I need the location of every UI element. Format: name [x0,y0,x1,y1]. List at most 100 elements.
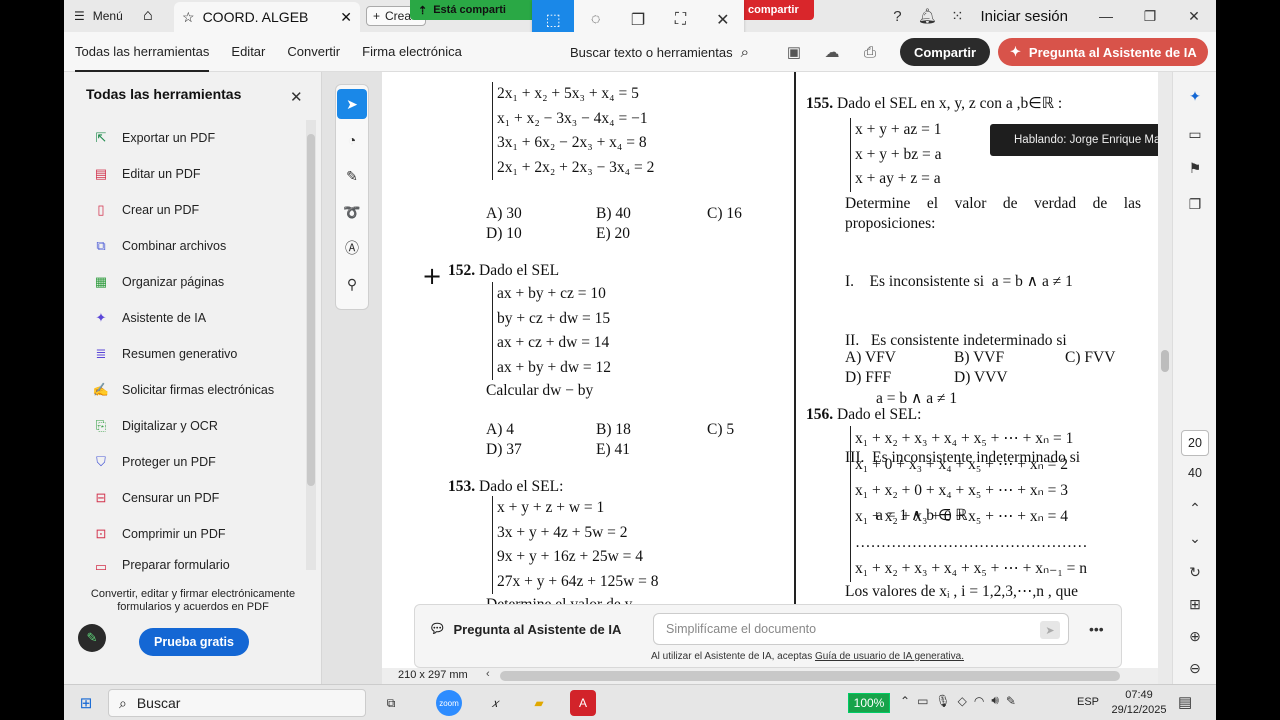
ai-assistant-button[interactable]: ✦ Pregunta al Asistente de IA [998,38,1208,66]
tool-ocr[interactable]: ⎘ Digitalizar y OCR [92,408,302,444]
upload-cloud-icon[interactable]: ☁ [818,38,846,66]
dropbox-icon[interactable]: ◇ [958,694,967,708]
tool-signatures[interactable]: ✍ Solicitar firmas electrónicas [92,372,302,408]
ai-chat-icon: 💬︎ [429,621,446,636]
tool-create-pdf[interactable]: ▯ Crear un PDF [92,192,302,228]
pdf-page[interactable]: 2x₁ + x₂ + 5x₃ + x₄ = 5 x₁ + x₂ − 3x₃ − … [382,72,1158,674]
zoom-out-icon[interactable]: ⊖ [1185,658,1205,678]
tool-compress[interactable]: ⊡ Comprimir un PDF [92,516,302,552]
pen-icon[interactable]: ✎ [1006,694,1016,708]
restore-icon[interactable]: ❐ [1128,0,1172,32]
stop-sharing-button[interactable]: compartir [738,0,814,20]
page-number-current[interactable]: 20 [1181,430,1209,456]
taskbar: ⊞ ⌕ Buscar ⧉ zoom 𝑥 ▰ A 100% ⌃ ▭ 🎙︎ ◇ ◠ … [64,684,1216,720]
star-icon[interactable]: ☆ [182,9,195,26]
language-indicator[interactable]: ESP [1077,696,1099,708]
ai-chat-panel-icon[interactable]: ✦ [1185,86,1205,106]
battery-indicator[interactable]: 100% [848,693,890,713]
rotate-icon[interactable]: ↻ [1185,562,1205,582]
tool-edit-pdf[interactable]: ▤ Editar un PDF [92,156,302,192]
pen-icon[interactable]: ✎ [78,624,106,652]
equation: ……………………………………… [855,534,1088,551]
equation: ax + by + cz = 10 [497,285,606,302]
file-explorer-icon[interactable]: ▰ [526,690,552,716]
comments-icon[interactable]: ▭ [1185,124,1205,144]
taskbar-search[interactable]: ⌕ Buscar [108,689,366,717]
vertical-scrollbar[interactable] [1158,72,1172,684]
tools-scroll-thumb[interactable] [307,134,315,486]
bell-icon[interactable]: 🔔︎ [912,0,942,32]
request-signatures-icon: ✍ [92,382,110,397]
home-icon[interactable]: ⌂ [133,0,163,32]
screen-share-banner[interactable]: ⇡ Está comparti [410,0,550,20]
menu-button[interactable]: ☰ Menú [64,0,133,32]
disclaimer-link[interactable]: Guía de usuario de IA generativa. [815,651,964,662]
battery-icon[interactable]: ▭ [917,694,928,708]
microphone-icon[interactable]: 🎙︎ [935,694,950,708]
math-app-icon[interactable]: 𝑥 [482,690,508,716]
stamp-icon[interactable]: ⚲ [337,269,367,299]
horizontal-scroll-thumb[interactable] [500,671,1120,681]
tools-scrollbar[interactable] [306,120,316,570]
print-icon[interactable]: ⎙ [856,38,884,66]
equation: x₁ + 0 + x₃ + x₄ + x₅ + ⋯ + xₙ = 2 [855,456,1068,473]
minimize-icon[interactable]: — [1084,0,1128,32]
chevron-up-icon[interactable]: ⌃ [1185,498,1205,518]
help-icon[interactable]: ? [882,0,912,32]
volume-icon[interactable]: 🔊︎ [991,693,999,708]
vertical-scroll-thumb[interactable] [1161,350,1169,372]
share-button[interactable]: Compartir [900,38,990,66]
acrobat-window: ☰ Menú ⌂ ☆ COORD. ALGEB ✕ + Crea ⇡ Está … [64,0,1216,720]
windows-start-icon[interactable]: ⊞ [76,693,96,713]
send-icon[interactable]: ➤ [1040,621,1060,639]
chevron-down-icon[interactable]: ⌄ [1185,528,1205,548]
question-title: Dado el SEL en x, y, z con a ,b∈ℝ : [837,95,1063,112]
close-tab-icon[interactable]: ✕ [340,9,352,26]
search-tools[interactable]: Buscar texto o herramientas ⌕ [570,32,749,72]
scroll-left-icon[interactable]: ‹ [486,668,490,680]
tool-prepare-form[interactable]: ▭ Preparar formulario [92,552,302,572]
tool-redact[interactable]: ⊟ Censurar un PDF [92,480,302,516]
menu-convert[interactable]: Convertir [276,32,351,72]
sign-in-button[interactable]: Iniciar sesión [972,8,1084,25]
ai-prompt-input[interactable]: Simplifícame el documento ➤ [653,613,1069,645]
task-view-icon[interactable]: ⧉ [378,690,404,716]
text-box-icon[interactable]: Ⓐ [337,233,367,263]
zoom-app-icon[interactable]: zoom [436,690,462,716]
apps-grid-icon[interactable]: ⁙ [942,0,972,32]
equation: 3x + y + 4z + 5w = 2 [497,523,628,541]
fit-page-icon[interactable]: ⊞ [1185,594,1205,614]
more-options-icon[interactable]: ••• [1089,621,1104,637]
question-title: Dado el SEL [479,262,560,279]
acrobat-app-icon[interactable]: A [570,690,596,716]
highlight-pen-icon[interactable]: ✎ [337,161,367,191]
menu-all-tools[interactable]: Todas las herramientas [64,32,220,72]
notifications-icon[interactable]: ▤ [1178,693,1192,711]
close-window-icon[interactable]: ✕ [1172,0,1216,32]
wifi-icon[interactable]: ◠ [974,694,984,708]
zoom-in-icon[interactable]: ⊕ [1185,626,1205,646]
close-panel-icon[interactable]: ✕ [290,88,303,106]
clock[interactable]: 07:49 29/12/2025 [1108,688,1170,718]
bookmark-icon[interactable]: ⚑ [1185,158,1205,178]
tool-summary[interactable]: ≣ Resumen generativo [92,336,302,372]
draw-lasso-icon[interactable]: ➰ [337,197,367,227]
chevron-up-icon[interactable]: ⌃ [900,694,910,708]
option: A) 4 [486,421,514,438]
menu-esign[interactable]: Firma electrónica [351,32,473,72]
menu-edit[interactable]: Editar [220,32,276,72]
tool-export-pdf[interactable]: ⇱ Exportar un PDF [92,120,302,156]
select-cursor-icon[interactable]: ➤ [337,89,367,119]
combine-files-icon: ⧉ [96,238,106,253]
tool-combine[interactable]: ⧉ Combinar archivos [92,228,302,264]
tool-ai-assistant[interactable]: ✦ Asistente de IA [92,300,302,336]
free-trial-button[interactable]: Prueba gratis [139,628,249,656]
tool-protect[interactable]: ⛉ Proteger un PDF [92,444,302,480]
document-tab[interactable]: ☆ COORD. ALGEB ✕ [174,2,360,32]
comment-icon[interactable]: ◔ [337,125,367,155]
save-icon[interactable]: ▣ [780,38,808,66]
copy-pages-icon[interactable]: ❐ [1185,194,1205,214]
horizontal-scrollbar[interactable]: 210 x 297 mm ‹ [382,668,1158,684]
tool-organize[interactable]: ▦ Organizar páginas [92,264,302,300]
crosshair-cursor-icon: + [422,262,443,290]
